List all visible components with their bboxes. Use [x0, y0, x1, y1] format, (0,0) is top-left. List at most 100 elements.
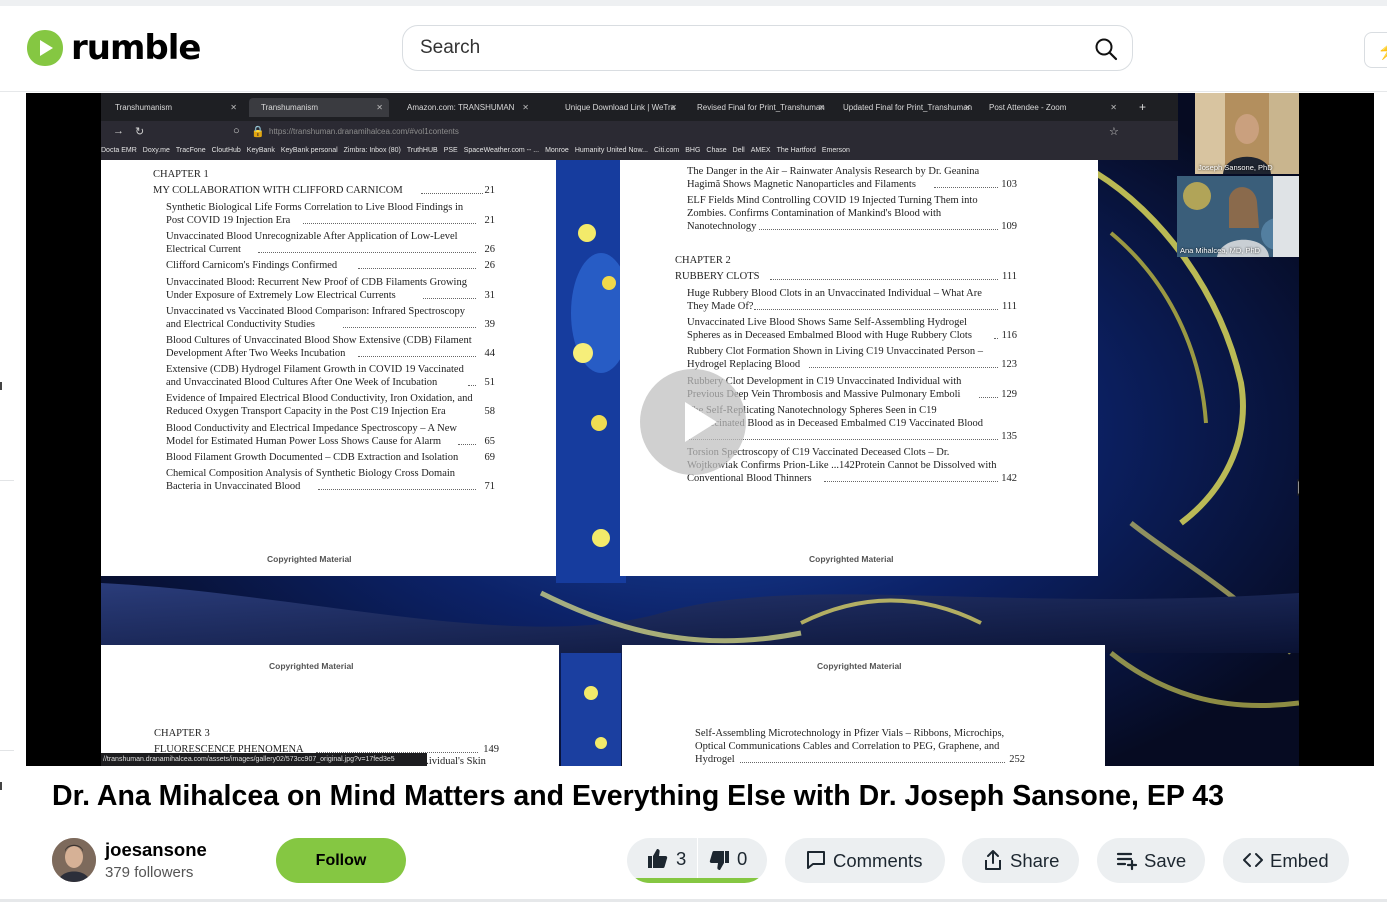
avatar[interactable]: [52, 838, 96, 882]
search-input[interactable]: [420, 26, 1080, 70]
share-label: Share: [1010, 850, 1060, 871]
close-icon: ✕: [376, 103, 383, 112]
toc-line: Electrical Current: [166, 244, 241, 256]
toc-line: Model for Estimated Human Power Loss Sho…: [166, 435, 442, 447]
follow-button[interactable]: Follow: [276, 838, 406, 883]
toc-leader-dots: [343, 326, 476, 328]
close-icon: ✕: [964, 103, 971, 112]
reload-icon: ↻: [135, 126, 145, 138]
toc-line: Hagimă Shows Magnetic Nanoparticles and …: [687, 179, 916, 190]
browser-status-url: //transhuman.dranamihalcea.com/assets/im…: [101, 753, 427, 766]
save-label: Save: [1144, 850, 1187, 871]
go-live-button[interactable]: ⚡: [1364, 32, 1387, 68]
toc-line: Blood Filament Growth Documented – CDB E…: [166, 451, 459, 463]
sidebar-marker: [0, 382, 2, 390]
bookmark-item: Chase: [706, 147, 727, 154]
bookmark-item: TracFone: [175, 147, 206, 154]
close-icon: ✕: [522, 103, 529, 112]
toc-line: Blood Cultures of Unvaccinated Blood Sho…: [166, 335, 472, 346]
toc-page-number: 44: [484, 348, 496, 359]
play-button[interactable]: [640, 369, 746, 475]
save-button[interactable]: Save: [1097, 838, 1205, 883]
toc-page-number: 129: [1001, 388, 1017, 400]
webcam-person-icon: [1177, 176, 1299, 257]
toc-leader-dots: [824, 481, 998, 482]
toc-page-number: 103: [1001, 179, 1017, 190]
like-button[interactable]: 3: [627, 838, 697, 883]
search-box[interactable]: [402, 25, 1133, 71]
channel-name[interactable]: joesansone: [105, 839, 207, 861]
browser-tab: Transhumanism ✕: [103, 98, 243, 117]
toc-line: Bacteria in Unvaccinated Blood: [166, 481, 301, 492]
toc-line: Conventional Blood Thinners: [687, 473, 812, 484]
toc-line: Extensive (CDB) Hydrogel Filament Growth…: [166, 364, 464, 376]
toc-line: Unvaccinated Blood Unrecognizable After …: [166, 231, 458, 243]
toc-page-number: 21: [484, 185, 496, 196]
search-icon[interactable]: [1094, 37, 1118, 61]
browser-tab-label: Transhumanism: [115, 103, 173, 112]
toc-page-number: 39: [484, 318, 496, 330]
chapter-title: RUBBERY CLOTS: [675, 271, 760, 282]
browser-url: https://transhuman.dranamihalcea.com/#vo…: [269, 127, 459, 136]
toc-page-number: 26: [484, 244, 496, 256]
bookmark-item: Monroe: [545, 147, 569, 154]
book-page-right: The Danger in the Air – Rainwater Analys…: [620, 160, 1098, 576]
toc-line: Blood Conductivity and Electrical Impeda…: [166, 422, 458, 434]
toc-line: The Danger in the Air – Rainwater Analys…: [687, 166, 980, 177]
toc-page-number: 135: [1001, 430, 1017, 442]
toc-page-number: 111: [1002, 271, 1017, 282]
site-header: rumble ⚡: [0, 6, 1387, 92]
comments-button[interactable]: Comments: [785, 838, 945, 883]
dislike-button[interactable]: 0: [698, 838, 767, 883]
toc-leader-dots: [934, 187, 998, 188]
toc-page-number: 111: [1002, 301, 1017, 312]
browser-tab-active: Transhumanism ✕: [249, 98, 389, 117]
toc-line: Evidence of Impaired Electrical Blood Co…: [166, 393, 473, 405]
toc-line: Unvaccinated Live Blood Shows Same Self-…: [687, 317, 967, 329]
bookmark-item: SpaceWeather.com -- ...: [463, 147, 540, 154]
toc-leader-dots: [303, 223, 476, 224]
toc-leader-dots: [770, 279, 998, 280]
toc-page-number: 31: [484, 289, 496, 301]
shield-icon: ○: [233, 125, 240, 137]
toc-line: Self-Assembling Microtechnology in Pfize…: [695, 728, 1005, 739]
sidebar-marker: [0, 782, 2, 790]
toc-leader-dots: [979, 396, 998, 398]
toc-leader-dots: [740, 762, 1005, 763]
chapter-heading: CHAPTER 2: [675, 255, 731, 266]
video-title: Dr. Ana Mihalcea on Mind Matters and Eve…: [52, 780, 1224, 812]
share-button[interactable]: Share: [962, 838, 1079, 883]
rumble-logo[interactable]: rumble: [25, 28, 201, 68]
bookmark-item: Citi.com: [653, 147, 680, 154]
toc-page-number: 26: [484, 260, 496, 272]
toc-leader-dots: [809, 367, 998, 369]
toc-line: Huge Rubbery Blood Clots in an Unvaccina…: [687, 288, 982, 299]
chapter-title: MY COLLABORATION WITH CLIFFORD CARNICOM: [153, 185, 403, 196]
browser-tab: Amazon.com: TRANSHUMAN ✕: [395, 98, 535, 117]
bookmark-item: Doxy.me: [142, 147, 170, 154]
toc-line: Post COVID 19 Injection Era: [166, 215, 291, 226]
book-page-left: CHAPTER 1 MY COLLABORATION WITH CLIFFORD …: [101, 160, 556, 576]
toc-page-number: 21: [484, 215, 496, 226]
browser-tab-label: Post Attendee - Zoom: [989, 103, 1067, 112]
video-player[interactable]: Transhumanism ✕ Transhumanism ✕ Amazon.com…: [26, 93, 1374, 766]
toc-page-number: 58: [484, 406, 496, 418]
lightning-icon: ⚡: [1377, 40, 1387, 61]
toc-line: Nanotechnology: [687, 221, 757, 232]
toc-line: and Unvaccinated Blood Cultures After On…: [166, 377, 438, 389]
bookmark-item: KeyBank personal: [280, 147, 338, 154]
bookmark-item: TruthHUB: [406, 147, 438, 154]
copyright-notice: Copyrighted Material: [809, 554, 894, 564]
toc-line: Spheres as in Deceased Embalmed Blood wi…: [687, 330, 972, 342]
embed-label: Embed: [1270, 850, 1329, 871]
embed-button[interactable]: Embed: [1223, 838, 1349, 883]
mouse-cursor-icon: [1297, 479, 1299, 497]
thumbs-down-icon: [709, 851, 729, 870]
bookmark-item: Humanity United Now...: [574, 147, 648, 154]
toc-leader-dots: [258, 252, 476, 254]
like-count: 3: [676, 848, 687, 869]
toc-line: Reduced Oxygen Transport Capacity in the…: [166, 406, 446, 418]
browser-tab: Post Attendee - Zoom ✕: [977, 98, 1123, 117]
toc-line: Wojtkowiak Confirms Prion-Like ...142Pro…: [687, 460, 997, 471]
browser-tab: Updated Final for Print_Transhuman ✕: [831, 98, 977, 117]
